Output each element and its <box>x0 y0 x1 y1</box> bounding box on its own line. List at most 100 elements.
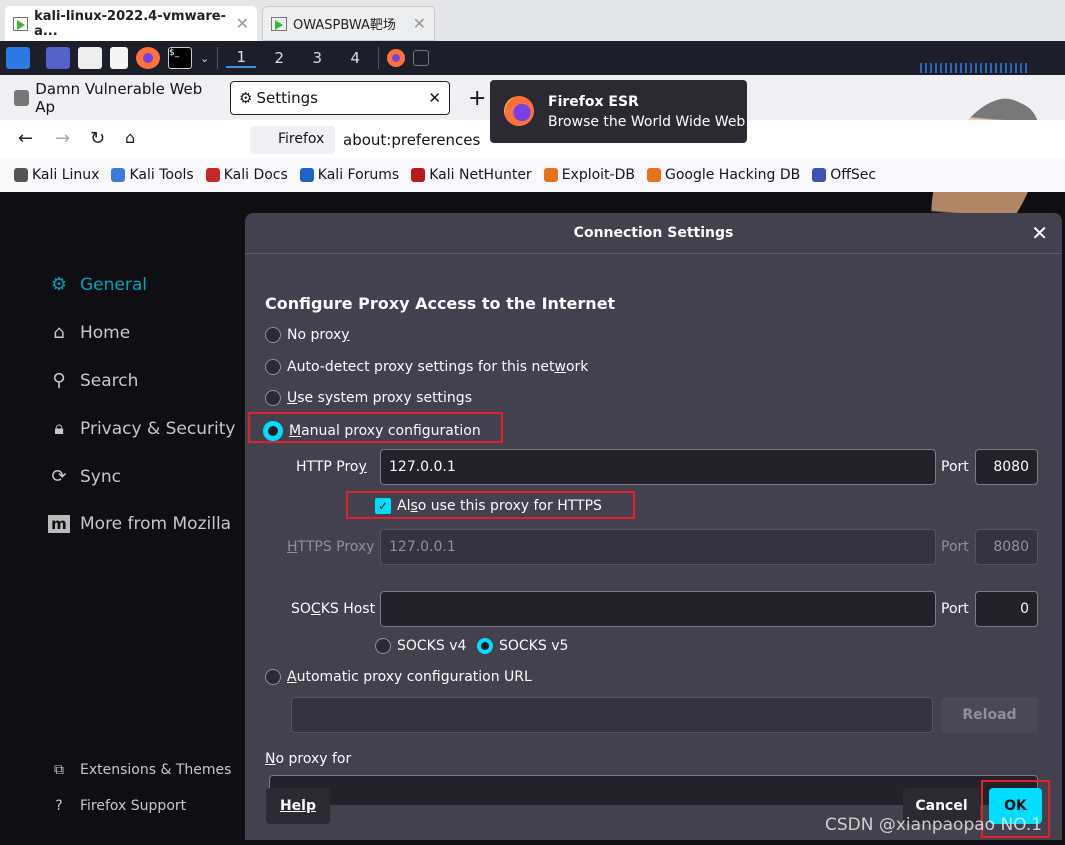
sidebar-item-home[interactable]: ⌂ Home <box>48 322 130 343</box>
tab-label: OWASPBWA靶场 <box>293 18 396 33</box>
home-icon: ⌂ <box>53 322 65 343</box>
bookmarks-toolbar: Kali Linux Kali Tools Kali Docs Kali Forums… <box>0 158 1065 192</box>
highlight-box <box>346 491 635 519</box>
bookmark-icon <box>111 168 126 182</box>
desktop-icon[interactable] <box>46 47 70 69</box>
sidebar-item-search[interactable]: ⚲ Search <box>48 370 138 391</box>
radio-button-selected[interactable] <box>477 638 493 654</box>
workspace-4[interactable]: 4 <box>340 49 370 67</box>
host-tab-kali[interactable]: kali-linux-2022.4-vmware-a... ✕ <box>5 6 257 41</box>
bookmark-icon <box>812 168 827 182</box>
cpu-graph <box>920 63 1030 73</box>
help-icon: ? <box>55 798 63 814</box>
mozilla-icon: m <box>48 515 70 533</box>
sync-icon: ⟳ <box>51 466 67 487</box>
https-proxy-label: HTTPS Proxy <box>287 539 375 555</box>
radio-label: Use system proxy settings <box>287 390 472 406</box>
bookmark-item[interactable]: Kali Tools <box>111 167 194 183</box>
http-proxy-input[interactable]: 127.0.0.1 <box>380 449 936 485</box>
sidebar-item-general[interactable]: ⚙ General <box>48 274 147 295</box>
workspace-2[interactable]: 2 <box>264 49 294 67</box>
sidebar-item-privacy-security[interactable]: 🔒︎ Privacy & Security <box>48 418 235 439</box>
firefox-window-icon[interactable] <box>387 49 406 67</box>
socks-host-label: SOCKS Host <box>291 601 376 617</box>
button-label: Help <box>279 798 317 814</box>
watermark: CSDN @xianpaopao NO.1 <box>825 815 1043 835</box>
bookmark-item[interactable]: OffSec <box>812 167 876 183</box>
radio-button[interactable] <box>375 638 391 654</box>
tab-settings[interactable]: ⚙ Settings ✕ <box>230 81 450 115</box>
http-proxy-label: HTTP Proy <box>296 459 367 475</box>
radio-auto-detect[interactable]: Auto-detect proxy settings for this netw… <box>265 359 588 375</box>
socks-host-input[interactable] <box>380 591 936 627</box>
workspace-3[interactable]: 3 <box>302 49 332 67</box>
bookmark-label: Kali Docs <box>223 167 288 183</box>
chevron-down-icon[interactable]: ⌄ <box>200 52 209 65</box>
radio-label: No proxy <box>287 327 350 343</box>
tab-dvwa[interactable]: Damn Vulnerable Web Ap <box>6 80 226 116</box>
bookmark-item[interactable]: Kali NetHunter <box>411 167 532 183</box>
forward-icon[interactable]: → <box>55 128 70 149</box>
socks-port-input[interactable]: 0 <box>975 591 1038 627</box>
radio-socks-v5[interactable]: SOCKS v5 <box>477 638 568 654</box>
file-manager-icon[interactable] <box>78 47 102 69</box>
radio-system-proxy[interactable]: Use system proxy settings <box>265 390 472 406</box>
dialog-title: Connection Settings <box>245 213 1062 254</box>
close-icon[interactable]: ✕ <box>428 89 441 107</box>
back-icon[interactable]: ← <box>18 128 33 149</box>
identity-box[interactable]: Firefox <box>250 126 335 154</box>
radio-button[interactable] <box>265 359 281 375</box>
sidebar-item-label: Sync <box>80 466 121 487</box>
tooltip-subtitle: Browse the World Wide Web <box>548 114 746 130</box>
firefox-icon[interactable] <box>136 47 160 69</box>
bookmark-item[interactable]: Kali Linux <box>14 167 99 183</box>
close-icon[interactable]: ✕ <box>413 14 426 33</box>
terminal-window-icon[interactable] <box>413 50 430 66</box>
radio-button[interactable] <box>265 669 281 685</box>
terminal-icon[interactable]: $_ <box>168 47 192 69</box>
bookmark-item[interactable]: Kali Docs <box>205 167 288 183</box>
radio-button[interactable] <box>265 327 281 343</box>
tooltip-title: Firefox ESR <box>548 94 639 110</box>
bookmark-label: Kali Tools <box>129 167 194 183</box>
https-proxy-input[interactable]: 127.0.0.1 <box>380 529 936 565</box>
workspace-1[interactable]: 1 <box>226 48 257 68</box>
host-tab-owasp[interactable]: OWASPBWA靶场 ✕ <box>262 6 435 41</box>
http-port-input[interactable]: 8080 <box>975 449 1038 485</box>
sidebar-footer-firefox-support[interactable]: ? Firefox Support <box>48 798 186 814</box>
vm-icon <box>271 16 287 31</box>
bookmark-icon <box>543 168 558 182</box>
help-button[interactable]: Help <box>266 788 330 824</box>
tab-label: Settings <box>256 89 318 107</box>
text-editor-icon[interactable] <box>110 47 128 69</box>
reload-button[interactable]: Reload <box>941 697 1038 733</box>
gear-icon: ⚙ <box>50 274 68 295</box>
close-icon[interactable]: ✕ <box>1031 221 1048 245</box>
radio-label: Auto-detect proxy settings for this netw… <box>287 359 589 375</box>
sidebar-item-sync[interactable]: ⟳ Sync <box>48 466 121 487</box>
bookmark-item[interactable]: Google Hacking DB <box>646 167 800 183</box>
auto-proxy-url-input[interactable] <box>291 697 933 733</box>
url-bar[interactable]: about:preferences <box>343 131 480 149</box>
firefox-tooltip: Firefox ESR Browse the World Wide Web <box>490 80 747 143</box>
port-label: Port <box>941 601 969 617</box>
https-port-input[interactable]: 8080 <box>975 529 1038 565</box>
sidebar-item-label: Search <box>80 370 139 391</box>
radio-button[interactable] <box>265 390 281 406</box>
bookmark-label: Kali Linux <box>32 167 100 183</box>
sidebar-footer-extensions-themes[interactable]: ⧉ Extensions & Themes <box>48 762 231 778</box>
home-icon[interactable]: ⌂ <box>125 128 135 147</box>
kali-menu-icon[interactable] <box>6 47 30 69</box>
reload-icon[interactable]: ↻ <box>90 128 105 149</box>
close-icon[interactable]: ✕ <box>236 14 249 33</box>
radio-no-proxy[interactable]: No proxy <box>265 327 350 343</box>
bookmark-item[interactable]: Kali Forums <box>299 167 400 183</box>
sidebar-item-label: Firefox Support <box>80 798 187 814</box>
search-icon: ⚲ <box>52 370 66 391</box>
vm-icon <box>13 16 29 31</box>
radio-socks-v4[interactable]: SOCKS v4 <box>375 638 466 654</box>
radio-auto-proxy-url[interactable]: Automatic proxy configuration URL <box>265 669 532 685</box>
bookmark-item[interactable]: Exploit-DB <box>543 167 635 183</box>
bookmark-label: Kali Forums <box>317 167 400 183</box>
sidebar-item-more-from-mozilla[interactable]: m More from Mozilla <box>48 514 231 534</box>
